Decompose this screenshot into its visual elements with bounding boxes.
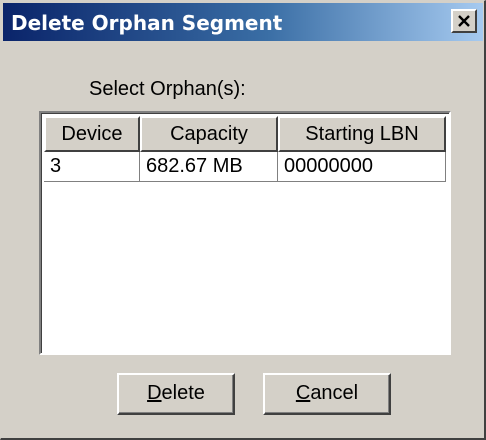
- cancel-button-label: ancel: [310, 382, 359, 404]
- cell-device: 3: [44, 152, 140, 182]
- delete-orphan-segment-dialog: Delete Orphan Segment Select Orphan(s): …: [0, 0, 486, 440]
- cancel-button-mnemonic: C: [295, 382, 311, 404]
- orphan-table: Device Capacity Starting LBN 3 682.67 MB…: [39, 111, 451, 355]
- orphan-table-body[interactable]: Device Capacity Starting LBN 3 682.67 MB…: [41, 113, 449, 353]
- cell-starting-lbn: 00000000: [278, 152, 446, 182]
- column-header-starting-lbn[interactable]: Starting LBN: [278, 116, 446, 152]
- window-title: Delete Orphan Segment: [11, 11, 283, 35]
- table-row[interactable]: 3 682.67 MB 00000000: [42, 152, 448, 184]
- cell-capacity: 682.67 MB: [140, 152, 278, 182]
- title-bar[interactable]: Delete Orphan Segment: [3, 3, 483, 41]
- close-button[interactable]: [451, 9, 477, 33]
- select-orphans-label: Select Orphan(s):: [89, 78, 246, 100]
- delete-button-mnemonic: D: [147, 382, 162, 404]
- column-header-device[interactable]: Device: [44, 116, 140, 152]
- delete-button[interactable]: Delete: [117, 373, 235, 415]
- cancel-button[interactable]: Cancel: [263, 373, 391, 415]
- column-header-capacity[interactable]: Capacity: [140, 116, 278, 152]
- close-icon: [458, 15, 470, 27]
- delete-button-label: elete: [161, 382, 205, 404]
